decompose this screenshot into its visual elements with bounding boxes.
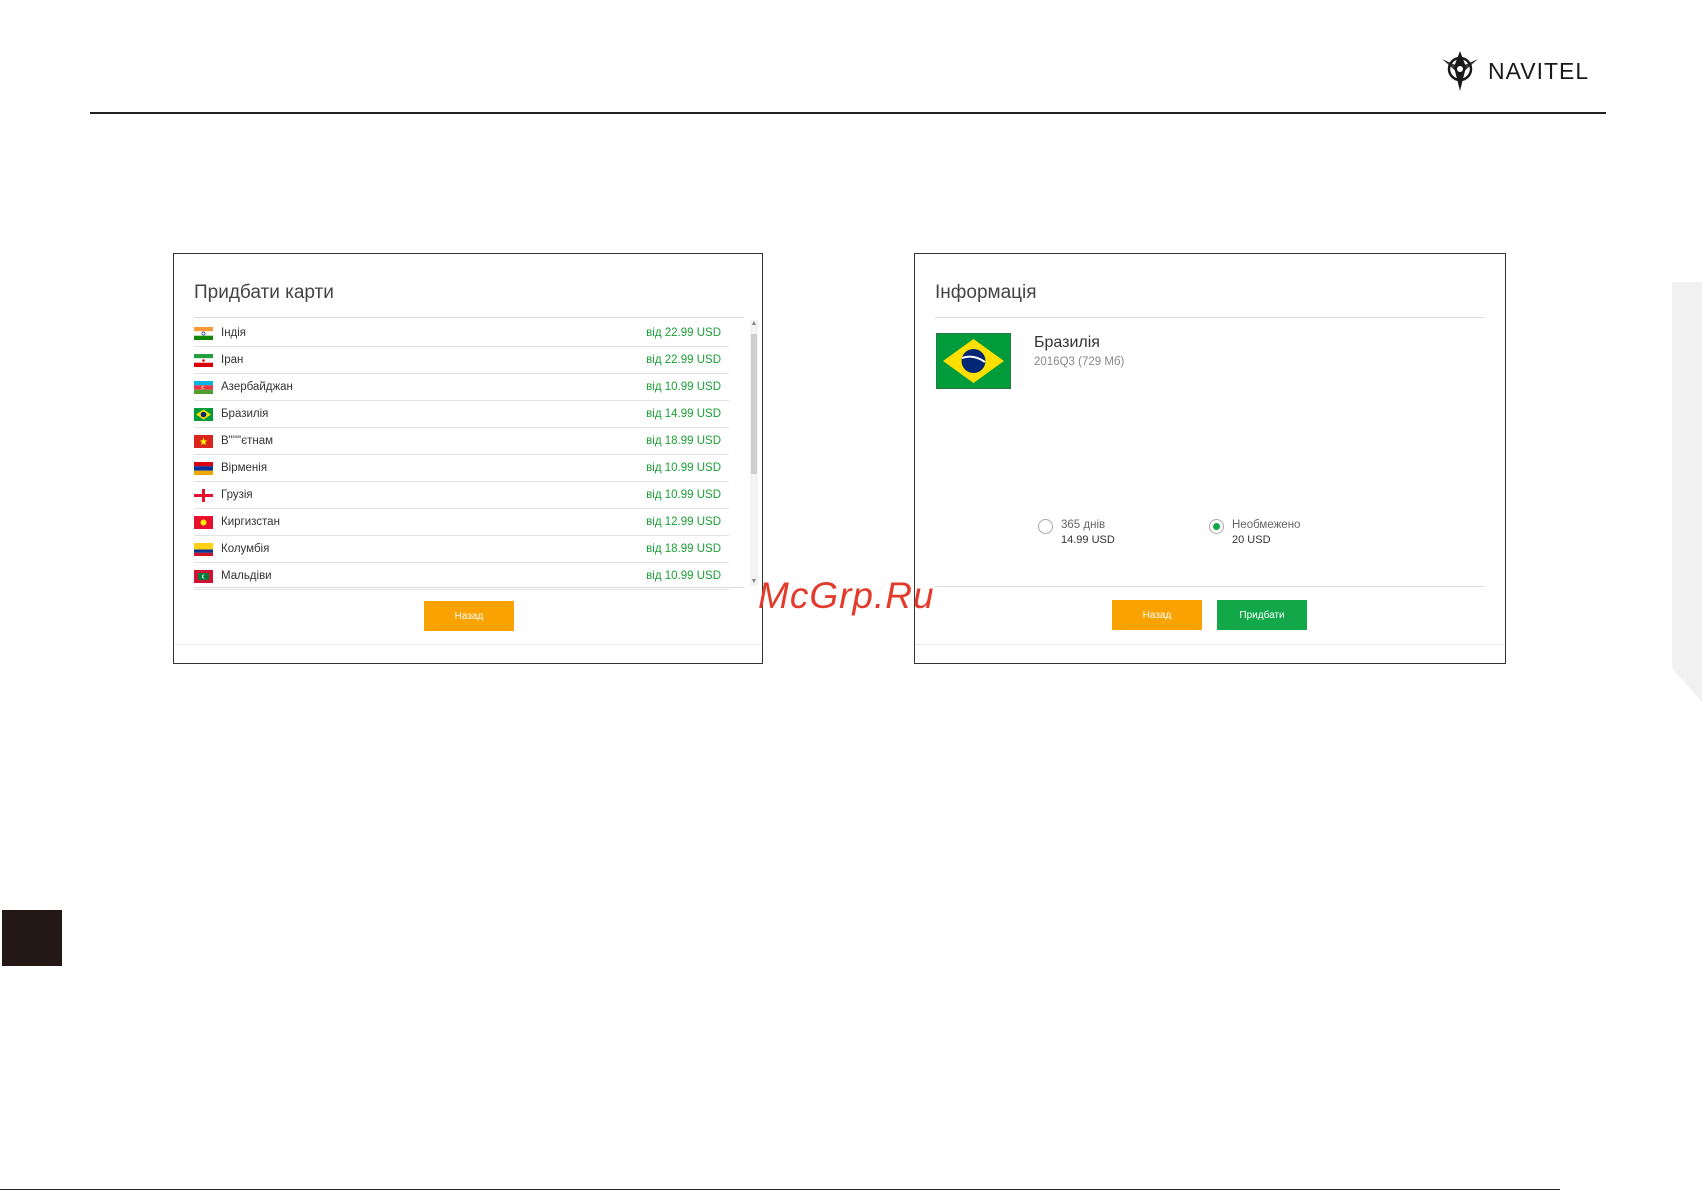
- panel-footer-line: [915, 644, 1505, 645]
- brazil-flag-icon: [194, 407, 213, 421]
- option-label: 365 днів: [1061, 519, 1106, 531]
- back-button[interactable]: Назад: [424, 601, 514, 631]
- kyrgyzstan-flag-icon: [194, 515, 213, 529]
- brand-name: NAVITEL: [1488, 57, 1590, 84]
- navitel-logo: NAVITEL: [1440, 48, 1589, 94]
- buy-maps-panel: Придбати карти Індія від 22.99 USD Іран …: [173, 253, 763, 664]
- colombia-flag-icon: [194, 542, 213, 556]
- list-divider: [194, 587, 744, 588]
- title-divider: [194, 317, 744, 318]
- country-name: Киргизстан: [221, 516, 280, 528]
- section-tab: [2, 910, 62, 966]
- country-name: В"'"'єтнам: [221, 435, 274, 447]
- country-name: Бразилія: [221, 408, 269, 420]
- option-365-days[interactable]: 365 днів 14.99 USD: [1038, 517, 1115, 548]
- country-name: Індія: [221, 327, 247, 339]
- scroll-down-icon[interactable]: ▼: [750, 578, 758, 586]
- country-list: Індія від 22.99 USD Іран від 22.99 USD А…: [194, 320, 729, 590]
- india-flag-icon: [194, 326, 213, 340]
- country-name: Грузія: [221, 489, 253, 501]
- title-divider: [935, 317, 1485, 318]
- option-price: 14.99 USD: [1061, 534, 1115, 546]
- list-item[interactable]: Азербайджан від 10.99 USD: [194, 374, 729, 401]
- country-price: від 10.99 USD: [646, 462, 721, 474]
- list-scrollbar[interactable]: ▲ ▼: [750, 320, 758, 586]
- list-item[interactable]: Колумбія від 18.99 USD: [194, 536, 729, 563]
- country-price: від 18.99 USD: [646, 543, 721, 555]
- country-name: Іран: [221, 354, 244, 366]
- country-name: Колумбія: [221, 543, 270, 555]
- panel-title: Інформація: [935, 282, 1037, 303]
- options-divider: [935, 586, 1485, 587]
- country-price: від 14.99 USD: [646, 408, 721, 420]
- country-name: Мальдіви: [221, 570, 272, 582]
- country-price: від 22.99 USD: [646, 327, 721, 339]
- country-price: від 10.99 USD: [646, 381, 721, 393]
- armenia-flag-icon: [194, 461, 213, 475]
- vietnam-flag-icon: [194, 434, 213, 448]
- info-panel: Інформація Бразилія 2016Q3 (729 Мб) 365 …: [914, 253, 1506, 664]
- watermark: McGrp.Ru: [758, 575, 935, 616]
- side-decoration: [1672, 282, 1702, 702]
- scroll-up-icon[interactable]: ▲: [750, 320, 758, 328]
- selected-country: Бразилія: [1034, 334, 1100, 351]
- panel-title: Придбати карти: [194, 282, 334, 303]
- georgia-flag-icon: [194, 488, 213, 502]
- list-item[interactable]: Індія від 22.99 USD: [194, 320, 729, 347]
- country-name: Вірменія: [221, 462, 268, 474]
- radio-365-days[interactable]: [1038, 519, 1053, 534]
- brazil-flag-icon: [936, 333, 1011, 389]
- navitel-compass-icon: [1442, 51, 1478, 91]
- list-item[interactable]: Бразилія від 14.99 USD: [194, 401, 729, 428]
- list-item[interactable]: Киргизстан від 12.99 USD: [194, 509, 729, 536]
- country-price: від 10.99 USD: [646, 570, 721, 582]
- back-button[interactable]: Назад: [1112, 600, 1202, 630]
- option-label: Необмежено: [1232, 519, 1301, 531]
- country-price: від 22.99 USD: [646, 354, 721, 366]
- list-item[interactable]: Іран від 22.99 USD: [194, 347, 729, 374]
- list-item[interactable]: Мальдіви від 10.99 USD: [194, 563, 729, 590]
- option-price: 20 USD: [1232, 534, 1271, 546]
- list-item[interactable]: Грузія від 10.99 USD: [194, 482, 729, 509]
- country-price: від 12.99 USD: [646, 516, 721, 528]
- country-price: від 10.99 USD: [646, 489, 721, 501]
- radio-unlimited[interactable]: [1209, 519, 1224, 534]
- buy-button[interactable]: Придбати: [1217, 600, 1307, 630]
- country-price: від 18.99 USD: [646, 435, 721, 447]
- list-item[interactable]: В"'"'єтнам від 18.99 USD: [194, 428, 729, 455]
- panel-footer-line: [174, 644, 762, 645]
- iran-flag-icon: [194, 353, 213, 367]
- scroll-thumb[interactable]: [751, 334, 757, 474]
- map-version: 2016Q3 (729 Мб): [1034, 356, 1125, 368]
- footer-rule: [0, 1189, 1560, 1190]
- azerbaijan-flag-icon: [194, 380, 213, 394]
- country-name: Азербайджан: [221, 381, 293, 393]
- list-item[interactable]: Вірменія від 10.99 USD: [194, 455, 729, 482]
- header-rule: [90, 112, 1606, 114]
- maldives-flag-icon: [194, 569, 213, 583]
- option-unlimited[interactable]: Необмежено 20 USD: [1209, 517, 1300, 548]
